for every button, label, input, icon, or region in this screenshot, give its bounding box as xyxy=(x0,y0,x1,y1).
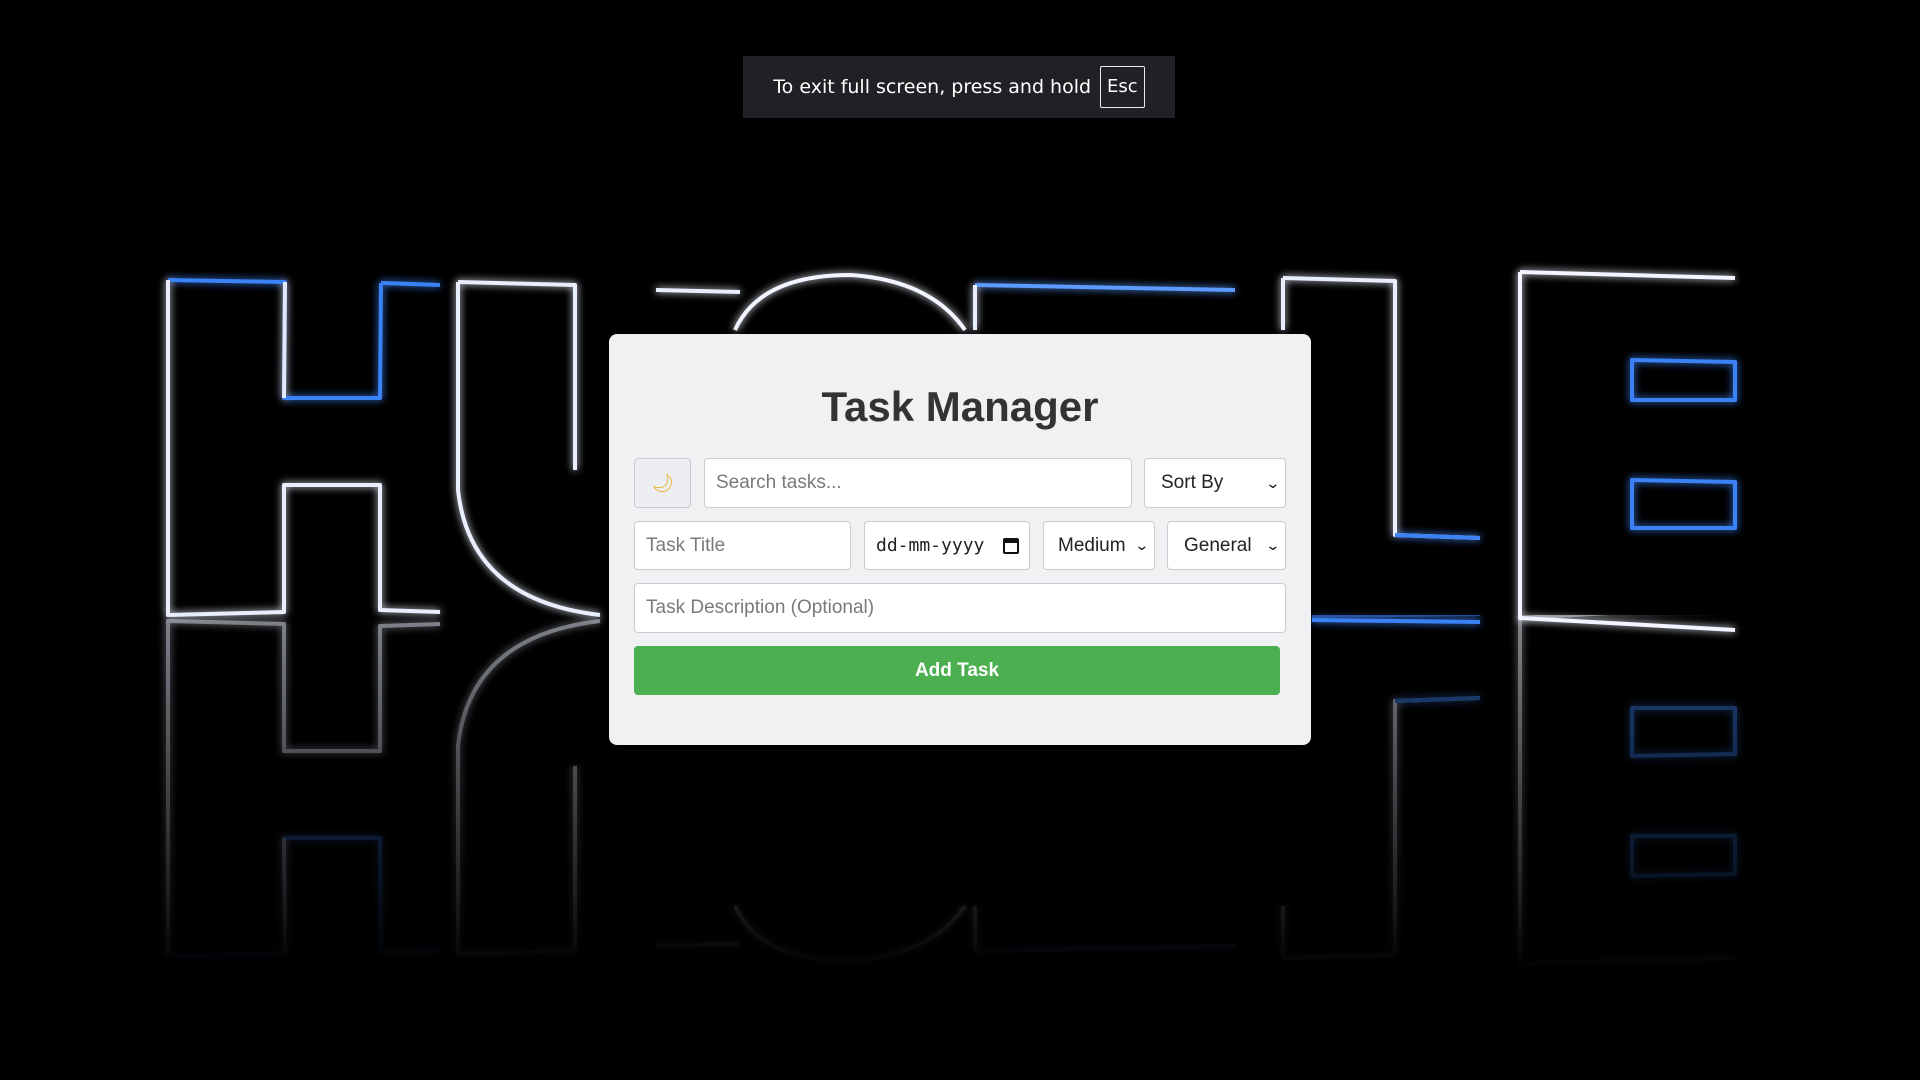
task-title-input[interactable]: Task Title xyxy=(634,521,851,570)
category-select-value: General xyxy=(1184,534,1252,556)
category-select[interactable]: General ⌄ xyxy=(1167,521,1286,570)
task-title-placeholder: Task Title xyxy=(646,534,726,556)
search-input-placeholder: Search tasks... xyxy=(716,472,842,493)
moon-icon: 🌙︎ xyxy=(651,472,674,493)
task-description-placeholder: Task Description (Optional) xyxy=(646,597,875,618)
fullscreen-notice-text: To exit full screen, press and hold xyxy=(773,76,1092,98)
page-title: Task Manager xyxy=(821,383,1099,430)
priority-select-value: Medium xyxy=(1058,534,1126,556)
search-input[interactable]: Search tasks... xyxy=(704,458,1132,508)
task-description-input[interactable]: Task Description (Optional) xyxy=(634,583,1286,633)
sort-select-value: Sort By xyxy=(1161,472,1224,493)
theme-toggle-button[interactable]: 🌙︎ xyxy=(634,458,691,508)
chevron-down-icon: ⌄ xyxy=(1134,537,1150,553)
due-date-placeholder: dd-mm-yyyy xyxy=(876,535,985,556)
add-task-button[interactable]: Add Task xyxy=(634,646,1280,695)
fullscreen-exit-notice: To exit full screen, press and hold Esc xyxy=(743,56,1175,118)
due-date-input[interactable]: dd-mm-yyyy xyxy=(864,521,1030,570)
priority-select[interactable]: Medium ⌄ xyxy=(1043,521,1155,570)
chevron-down-icon: ⌄ xyxy=(1265,537,1281,553)
esc-key-hint: Esc xyxy=(1100,66,1145,108)
calendar-icon[interactable] xyxy=(1003,537,1019,554)
sort-select[interactable]: Sort By ⌄ xyxy=(1144,458,1286,508)
chevron-down-icon: ⌄ xyxy=(1265,474,1281,491)
